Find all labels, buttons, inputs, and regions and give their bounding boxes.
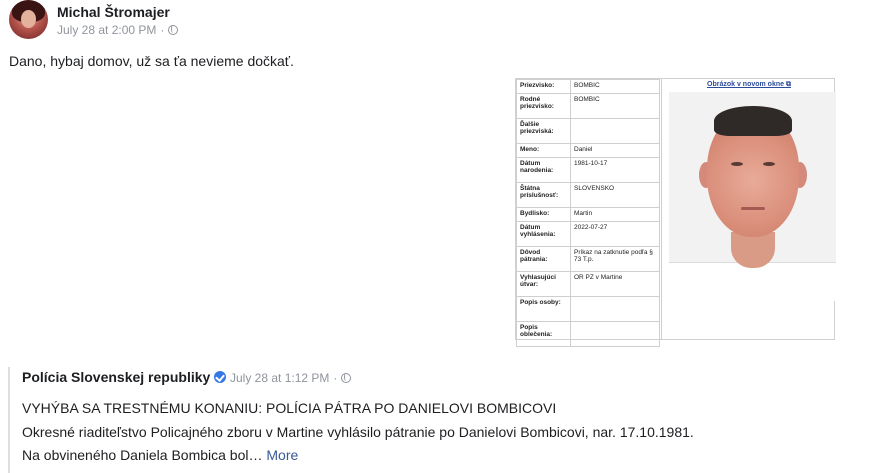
row-value: Príkaz na zatknutie podľa § 73 T.p. (570, 246, 660, 272)
row-label: Dátum narodenia: (516, 157, 571, 183)
post-timestamp[interactable]: July 28 at 2:00 PM (57, 23, 156, 37)
photo-neck (731, 232, 775, 268)
shared-timestamp[interactable]: July 28 at 1:12 PM (230, 371, 329, 385)
shared-body-line: Okresné riaditeľstvo Policajného zboru v… (22, 424, 694, 440)
row-value: SLOVENSKO (570, 182, 660, 208)
row-label: Priezvisko: (516, 79, 571, 94)
row-label: Ďalšie priezviská: (516, 118, 571, 144)
post-text: Dano, hybaj domov, už sa ťa nevieme dočk… (9, 53, 294, 69)
row-value (570, 296, 660, 322)
row-value: BOMBIC (570, 79, 660, 94)
row-label: Meno: (516, 143, 571, 158)
shared-headline: VYHÝBA SA TRESTNÉMU KONANIU: POLÍCIA PÁT… (22, 400, 557, 416)
shared-meta: July 28 at 1:12 PM · (230, 371, 352, 385)
photo-hair (714, 106, 792, 136)
attached-image[interactable]: Priezvisko: BOMBIC Rodné priezvisko: BOMBI… (515, 78, 836, 347)
post-meta: July 28 at 2:00 PM · (57, 23, 179, 37)
row-value (570, 321, 660, 347)
row-value: 1981-10-17 (570, 157, 660, 183)
photo-mouth (741, 207, 765, 210)
row-label: Vyhlasujúci útvar: (516, 271, 571, 297)
shared-post[interactable]: Polícia Slovenskej republiky July 28 at … (8, 367, 880, 473)
open-image-link-label: Obrázok v novom okne (707, 81, 785, 88)
shared-author-name[interactable]: Polícia Slovenskej republiky (22, 369, 210, 385)
shared-body-line: Na obvineného Daniela Bombica bol… More (22, 447, 298, 463)
wanted-info-table: Priezvisko: BOMBIC Rodné priezvisko: BOMBI… (516, 79, 660, 347)
row-label: Rodné priezvisko: (516, 93, 571, 119)
globe-icon[interactable] (341, 373, 352, 383)
row-value: Daniel (570, 143, 660, 158)
meta-separator: · (160, 23, 165, 37)
shared-body-truncated: Na obvineného Daniela Bombica bol… (22, 447, 263, 463)
row-label: Dátum vyhlásenia: (516, 221, 571, 247)
row-label: Popis osoby: (516, 296, 571, 322)
row-label: Štátna príslušnosť: (516, 182, 571, 208)
post-author-name[interactable]: Michal Štromajer (57, 4, 170, 20)
avatar-face (21, 10, 36, 28)
row-value: Martin (570, 207, 660, 222)
row-value: OR PZ v Martine (570, 271, 660, 297)
row-value: 2022-07-27 (570, 221, 660, 247)
suspect-photo (669, 92, 836, 301)
photo-column: Obrázok v novom okne ⧉ (661, 79, 836, 340)
globe-icon[interactable] (168, 25, 179, 35)
row-label: Popis oblečenia: (516, 321, 571, 347)
meta-separator: · (333, 371, 338, 385)
verified-badge-icon (214, 371, 227, 383)
open-image-link[interactable]: Obrázok v novom okne ⧉ (662, 81, 836, 89)
row-value (570, 118, 660, 144)
photo-eye-left (731, 162, 743, 166)
row-value: BOMBIC (570, 93, 660, 119)
row-label: Dôvod pátrania: (516, 246, 571, 272)
external-link-icon: ⧉ (785, 81, 791, 88)
photo-eye-right (763, 162, 775, 166)
shared-author: Polícia Slovenskej republiky (22, 369, 227, 385)
row-label: Bydlisko: (516, 207, 571, 222)
author-avatar[interactable] (9, 0, 48, 39)
see-more-link[interactable]: More (266, 447, 298, 463)
